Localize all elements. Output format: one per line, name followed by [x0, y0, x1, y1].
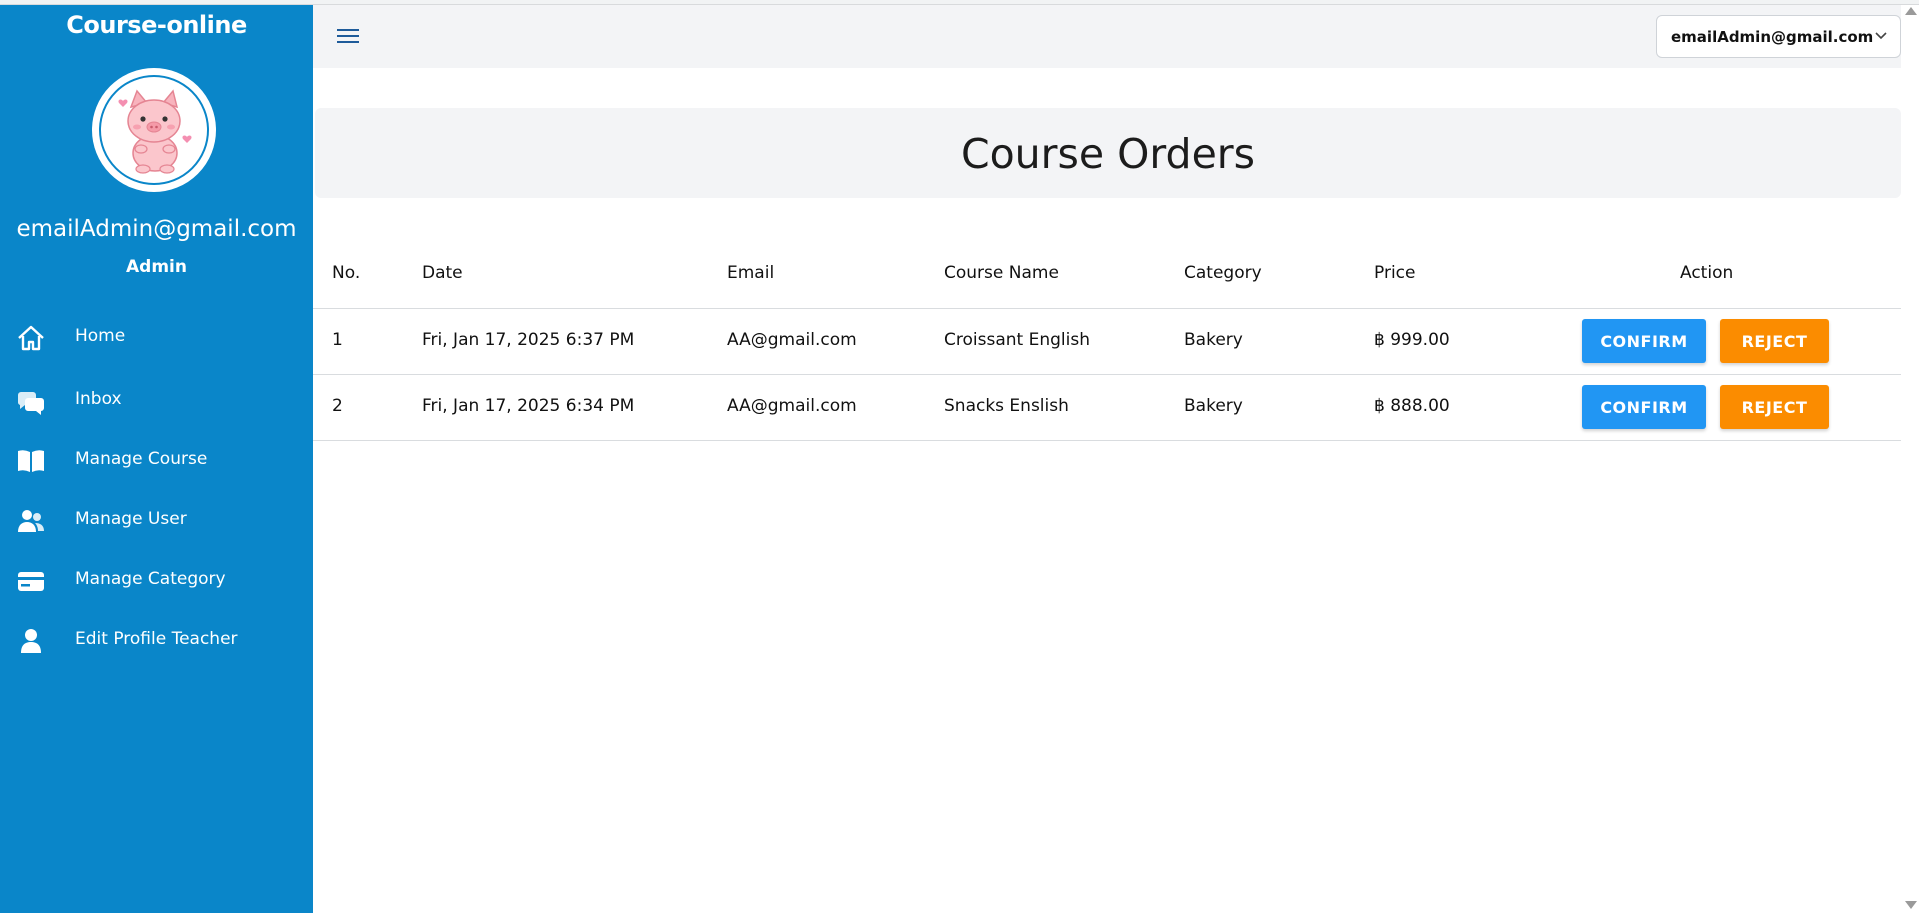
page-title: Course Orders	[960, 130, 1256, 178]
chevron-down-icon	[1875, 32, 1887, 40]
confirm-button[interactable]: CONFIRM	[1582, 385, 1706, 429]
scroll-up-arrow-icon[interactable]	[1905, 7, 1917, 15]
cell-email: AA@gmail.com	[727, 330, 857, 350]
sidebar-item-home[interactable]: Home	[0, 315, 313, 359]
table-header: No. Date Email Course Name Category Pric…	[313, 250, 1901, 309]
users-icon	[18, 510, 44, 532]
pig-avatar-image	[99, 75, 209, 185]
cell-category: Bakery	[1184, 330, 1243, 350]
user-email: emailAdmin@gmail.com	[16, 216, 297, 242]
cell-date: Fri, Jan 17, 2025 6:37 PM	[422, 330, 635, 350]
reject-button[interactable]: REJECT	[1720, 319, 1829, 363]
table-row: 2 Fri, Jan 17, 2025 6:34 PM AA@gmail.com…	[313, 375, 1901, 441]
sidebar-item-manage-category[interactable]: Manage Category	[0, 558, 313, 602]
cell-price: ฿ 999.00	[1374, 330, 1450, 350]
cell-price: ฿ 888.00	[1374, 396, 1450, 416]
table-row: 1 Fri, Jan 17, 2025 6:37 PM AA@gmail.com…	[313, 309, 1901, 375]
cell-course-name: Snacks Enslish	[944, 396, 1069, 416]
home-icon	[18, 325, 44, 351]
sidebar-item-manage-course[interactable]: Manage Course	[0, 438, 313, 482]
sidebar-item-label: Home	[75, 326, 126, 346]
vertical-scrollbar[interactable]	[1902, 5, 1919, 913]
cell-no: 1	[332, 330, 343, 350]
sidebar-item-label: Manage Category	[75, 569, 226, 589]
main-content: emailAdmin@gmail.com Course Orders No. D…	[313, 5, 1919, 913]
hamburger-icon[interactable]	[337, 25, 363, 49]
avatar	[92, 68, 216, 192]
confirm-button[interactable]: CONFIRM	[1582, 319, 1706, 363]
book-icon	[18, 450, 44, 472]
sidebar-item-manage-user[interactable]: Manage User	[0, 498, 313, 542]
column-header-date: Date	[422, 263, 463, 283]
column-header-price: Price	[1374, 263, 1416, 283]
sidebar: Course-online emailAdmin@gmail.com Admin…	[0, 5, 313, 913]
title-panel: Course Orders	[315, 108, 1901, 198]
column-header-course-name: Course Name	[944, 263, 1059, 283]
column-header-no: No.	[332, 263, 361, 283]
cell-no: 2	[332, 396, 343, 416]
card-icon	[18, 572, 44, 591]
cell-course-name: Croissant English	[944, 330, 1090, 350]
cell-email: AA@gmail.com	[727, 396, 857, 416]
cell-category: Bakery	[1184, 396, 1243, 416]
cell-date: Fri, Jan 17, 2025 6:34 PM	[422, 396, 635, 416]
orders-table: No. Date Email Course Name Category Pric…	[313, 250, 1901, 441]
user-role: Admin	[126, 257, 187, 277]
chat-icon	[17, 392, 44, 415]
sidebar-item-label: Inbox	[75, 389, 122, 409]
account-select[interactable]: emailAdmin@gmail.com	[1656, 15, 1901, 58]
column-header-category: Category	[1184, 263, 1262, 283]
sidebar-item-label: Manage User	[75, 509, 187, 529]
reject-button[interactable]: REJECT	[1720, 385, 1829, 429]
sidebar-item-label: Manage Course	[75, 449, 208, 469]
column-header-email: Email	[727, 263, 775, 283]
column-header-action: Action	[1680, 263, 1734, 283]
brand-title: Course-online	[66, 11, 247, 39]
sidebar-item-inbox[interactable]: Inbox	[0, 378, 313, 422]
sidebar-item-edit-profile-teacher[interactable]: Edit Profile Teacher	[0, 618, 313, 662]
top-bar: emailAdmin@gmail.com	[313, 5, 1901, 68]
sidebar-item-label: Edit Profile Teacher	[75, 629, 238, 649]
scroll-down-arrow-icon[interactable]	[1905, 901, 1917, 909]
person-icon	[21, 629, 41, 653]
account-select-value: emailAdmin@gmail.com	[1671, 28, 1874, 46]
